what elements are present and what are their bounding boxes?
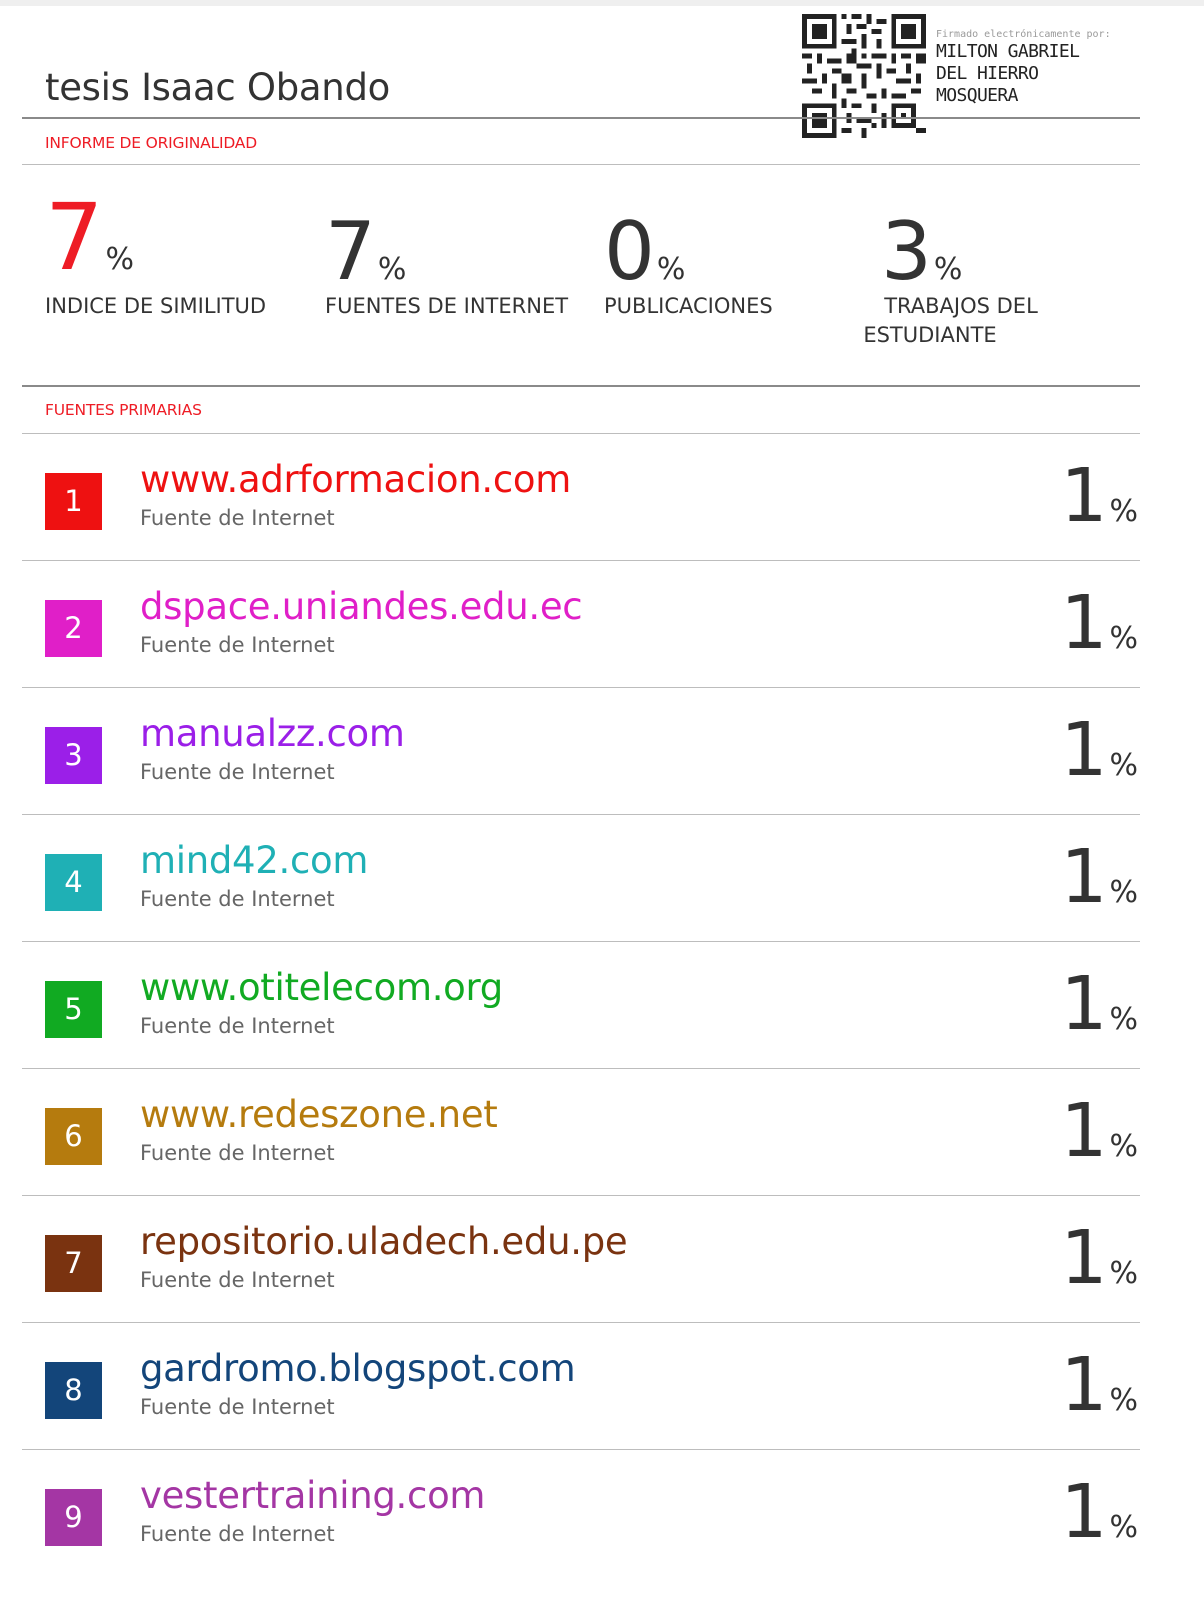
source-rank-badge: 4 — [45, 854, 102, 911]
source-percentage-unit: % — [1109, 1002, 1138, 1037]
source-percentage-unit: % — [1109, 494, 1138, 529]
source-row: 5 www.otitelecom.org Fuente de Internet 1% — [22, 942, 1140, 1069]
stat-unit: % — [105, 242, 135, 277]
signer-name-line-2: DEL HIERRO — [936, 63, 1039, 84]
qr-code-image — [802, 14, 926, 138]
source-percentage-unit: % — [1109, 1129, 1138, 1164]
source-rank-badge: 1 — [45, 473, 102, 530]
source-row: 9 vestertraining.com Fuente de Internet 1% — [22, 1450, 1140, 1577]
source-rank-badge: 6 — [45, 1108, 102, 1165]
stats-divider — [22, 385, 1140, 387]
primary-sources-label: FUENTES PRIMARIAS — [45, 401, 202, 419]
signature-caption: Firmado electrónicamente por: — [936, 29, 1111, 40]
stat-publications: 0% — [604, 212, 685, 292]
source-percentage-value: 1 — [1060, 834, 1108, 920]
source-name-link[interactable]: dspace.uniandes.edu.ec — [140, 585, 583, 629]
source-percentage: 1% — [1060, 964, 1138, 1044]
source-row: 1 www.adrformacion.com Fuente de Internet 1… — [22, 434, 1140, 561]
source-rank-badge: 9 — [45, 1489, 102, 1546]
source-percentage-value: 1 — [1060, 1088, 1108, 1174]
source-percentage-value: 1 — [1060, 1469, 1108, 1555]
source-row: 3 manualzz.com Fuente de Internet 1% — [22, 688, 1140, 815]
source-percentage: 1% — [1060, 1472, 1138, 1552]
source-row: 6 www.redeszone.net Fuente de Internet 1% — [22, 1069, 1140, 1196]
source-row: 8 gardromo.blogspot.com Fuente de Internet… — [22, 1323, 1140, 1450]
source-type: Fuente de Internet — [140, 506, 335, 530]
source-percentage: 1% — [1060, 710, 1138, 790]
stat-value: 7 — [325, 205, 376, 298]
stat-label-publications: PUBLICACIONES — [604, 294, 773, 318]
stat-value: 7 — [45, 184, 104, 291]
report-divider — [22, 164, 1140, 165]
source-rank-badge: 2 — [45, 600, 102, 657]
source-name-link[interactable]: vestertraining.com — [140, 1474, 485, 1518]
source-name-link[interactable]: repositorio.uladech.edu.pe — [140, 1220, 628, 1264]
source-percentage: 1% — [1060, 837, 1138, 917]
source-percentage-unit: % — [1109, 875, 1138, 910]
source-row: 7 repositorio.uladech.edu.pe Fuente de Int… — [22, 1196, 1140, 1323]
signer-name-line-1: MILTON GABRIEL — [936, 41, 1080, 62]
source-percentage-unit: % — [1109, 1510, 1138, 1545]
source-name-link[interactable]: gardromo.blogspot.com — [140, 1347, 576, 1391]
stat-unit: % — [656, 252, 686, 287]
stat-internet-sources: 7% — [325, 212, 406, 292]
source-rank-badge: 7 — [45, 1235, 102, 1292]
title-divider — [22, 117, 1140, 119]
source-percentage-value: 1 — [1060, 707, 1108, 793]
stat-label-line-1: TRABAJOS DEL — [884, 294, 1038, 318]
stat-label-similarity-index: INDICE DE SIMILITUD — [45, 294, 267, 318]
signer-name-line-3: MOSQUERA — [936, 85, 1019, 106]
stat-similarity-index: 7% — [45, 192, 134, 284]
electronic-signature: Firmado electrónicamente por: MILTON GAB… — [936, 28, 1176, 107]
source-name-link[interactable]: manualzz.com — [140, 712, 405, 756]
stat-label-student-papers: TRABAJOS DEL ESTUDIANTE — [841, 292, 1081, 350]
source-name-link[interactable]: mind42.com — [140, 839, 368, 883]
stat-unit: % — [933, 252, 963, 287]
source-percentage-value: 1 — [1060, 1342, 1108, 1428]
source-type: Fuente de Internet — [140, 633, 335, 657]
source-type: Fuente de Internet — [140, 887, 335, 911]
document-title: tesis Isaac Obando — [45, 66, 390, 109]
source-type: Fuente de Internet — [140, 1268, 335, 1292]
source-percentage-value: 1 — [1060, 1215, 1108, 1301]
source-percentage-value: 1 — [1060, 580, 1108, 666]
source-type: Fuente de Internet — [140, 1014, 335, 1038]
source-percentage-value: 1 — [1060, 961, 1108, 1047]
source-percentage-unit: % — [1109, 621, 1138, 656]
source-type: Fuente de Internet — [140, 1522, 335, 1546]
source-type: Fuente de Internet — [140, 1395, 335, 1419]
source-row: 2 dspace.uniandes.edu.ec Fuente de Interne… — [22, 561, 1140, 688]
stat-label-internet-sources: FUENTES DE INTERNET — [325, 294, 569, 318]
originality-report-label: INFORME DE ORIGINALIDAD — [45, 134, 257, 152]
source-percentage: 1% — [1060, 1345, 1138, 1425]
stat-value: 3 — [881, 205, 932, 298]
source-type: Fuente de Internet — [140, 1141, 335, 1165]
source-name-link[interactable]: www.adrformacion.com — [140, 458, 571, 502]
stat-student-papers: 3% — [881, 212, 962, 292]
source-rank-badge: 8 — [45, 1362, 102, 1419]
source-type: Fuente de Internet — [140, 760, 335, 784]
source-name-link[interactable]: www.otitelecom.org — [140, 966, 503, 1010]
source-percentage: 1% — [1060, 456, 1138, 536]
source-row: 4 mind42.com Fuente de Internet 1% — [22, 815, 1140, 942]
source-name-link[interactable]: www.redeszone.net — [140, 1093, 498, 1137]
source-percentage: 1% — [1060, 583, 1138, 663]
stat-label-line-2: ESTUDIANTE — [863, 323, 997, 347]
source-percentage-value: 1 — [1060, 453, 1108, 539]
source-percentage-unit: % — [1109, 748, 1138, 783]
stat-value: 0 — [604, 205, 655, 298]
source-percentage-unit: % — [1109, 1256, 1138, 1291]
source-rank-badge: 5 — [45, 981, 102, 1038]
source-percentage: 1% — [1060, 1091, 1138, 1171]
stat-unit: % — [377, 252, 407, 287]
source-percentage: 1% — [1060, 1218, 1138, 1298]
source-rank-badge: 3 — [45, 727, 102, 784]
source-percentage-unit: % — [1109, 1383, 1138, 1418]
top-bar — [0, 0, 1204, 6]
